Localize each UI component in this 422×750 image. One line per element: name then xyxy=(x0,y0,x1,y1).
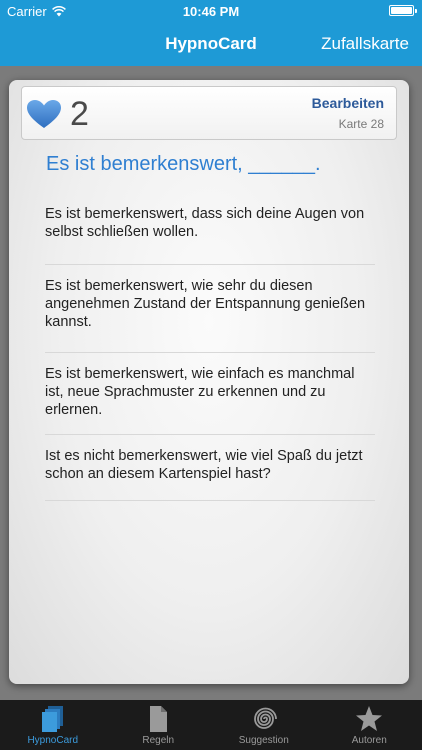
app-header: Carrier 10:46 PM HypnoCard Zufallskarte xyxy=(0,0,422,66)
tab-suggestion[interactable]: Suggestion xyxy=(211,700,317,750)
heart-icon[interactable] xyxy=(26,99,62,129)
tab-label: Suggestion xyxy=(238,735,289,746)
status-bar: Carrier 10:46 PM xyxy=(0,0,422,22)
phrase-item: Es ist bemerkenswert, wie einfach es man… xyxy=(45,353,375,435)
cards-icon xyxy=(41,706,63,732)
battery-icon xyxy=(389,5,417,16)
hypno-card: 2 Bearbeiten Karte 28 Es ist bemerkenswe… xyxy=(9,80,409,684)
phrase-item: Es ist bemerkenswert, wie sehr du diesen… xyxy=(45,265,375,353)
tab-label: Autoren xyxy=(351,735,387,746)
tab-label: Regeln xyxy=(142,735,175,746)
card-index-label: Karte 28 xyxy=(338,117,384,131)
phrase-item: Es ist bemerkenswert, dass sich deine Au… xyxy=(45,193,375,265)
document-icon xyxy=(150,706,168,732)
tab-bar: HypnoCard Regeln Suggestion Autoren xyxy=(0,700,422,750)
tab-autoren[interactable]: Autoren xyxy=(317,700,422,750)
random-card-button[interactable]: Zufallskarte xyxy=(321,34,409,54)
card-title: Es ist bemerkenswert, ______. xyxy=(46,153,321,175)
star-icon xyxy=(356,706,383,731)
spiral-icon xyxy=(253,707,277,729)
phrase-item: Ist es nicht bemerkenswert, wie viel Spa… xyxy=(45,435,375,501)
edit-button[interactable]: Bearbeiten xyxy=(312,95,384,111)
tab-label: HypnoCard xyxy=(27,735,79,746)
status-time: 10:46 PM xyxy=(182,4,240,19)
phrase-list: Es ist bemerkenswert, dass sich deine Au… xyxy=(45,193,375,501)
like-count: 2 xyxy=(70,95,89,133)
tab-hypnocard[interactable]: HypnoCard xyxy=(0,700,106,750)
tab-regeln[interactable]: Regeln xyxy=(106,700,212,750)
card-header: 2 Bearbeiten Karte 28 xyxy=(21,86,397,140)
